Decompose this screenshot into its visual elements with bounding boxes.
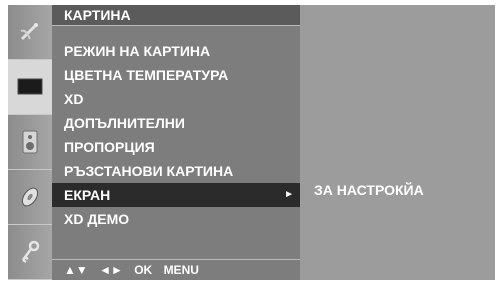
menu-item-picture-reset[interactable]: РЪЗСТАНОВИ КАРТИНА	[52, 159, 300, 183]
rail-time[interactable]	[8, 170, 52, 225]
menu-item-aspect-ratio[interactable]: ПРОПОРЦИЯ	[52, 135, 300, 159]
menu-title: КАРТИНА	[52, 5, 300, 26]
rail-audio[interactable]	[8, 115, 52, 170]
menu-item-color-temperature[interactable]: ЦВЕТНА ТЕМПЕРАТУРА	[52, 63, 300, 87]
menu-item-label: XD ДЕМО	[64, 211, 130, 227]
menu-item-advanced[interactable]: ДОПЪЛНИТЕЛНИ	[52, 111, 300, 135]
menu-item-screen[interactable]: ЕКРАН ►	[52, 183, 300, 207]
speaker-icon	[22, 130, 38, 154]
submenu-option-to-set[interactable]: ЗА НАСТРОКЙА	[314, 182, 424, 198]
menu-item-picture-mode[interactable]: РЕЖИН НА КАРТИНА	[52, 39, 300, 63]
osd-window: КАРТИНА РЕЖИН НА КАРТИНА ЦВЕТНА ТЕМПЕРАТ…	[8, 5, 495, 280]
ok-hint: OK	[134, 263, 153, 277]
screen-icon	[17, 78, 43, 95]
submenu-panel: ЗА НАСТРОКЙА	[300, 5, 495, 280]
menu-item-xd-demo[interactable]: XD ДЕМО	[52, 207, 300, 231]
rail-setup[interactable]	[8, 5, 52, 60]
satellite-dish-icon	[20, 23, 38, 41]
disc-icon	[21, 187, 39, 207]
menu-item-label: ДОПЪЛНИТЕЛНИ	[64, 115, 185, 131]
picture-menu-panel: КАРТИНА РЕЖИН НА КАРТИНА ЦВЕТНА ТЕМПЕРАТ…	[52, 5, 300, 280]
navigation-hints: ▲▼ ◄► OK MENU	[52, 259, 300, 280]
menu-item-label: РЕЖИН НА КАРТИНА	[64, 43, 211, 59]
rail-picture[interactable]	[8, 60, 52, 115]
menu-item-label: ЕКРАН	[64, 187, 111, 203]
menu-hint: MENU	[163, 263, 199, 277]
menu-item-label: ЦВЕТНА ТЕМПЕРАТУРА	[64, 67, 229, 83]
category-icon-rail	[8, 5, 52, 280]
left-right-arrows-icon: ◄►	[99, 263, 123, 277]
menu-item-label: ПРОПОРЦИЯ	[64, 139, 155, 155]
menu-item-xd[interactable]: XD	[52, 87, 300, 111]
arrow-right-icon: ►	[284, 189, 294, 200]
rail-lock[interactable]	[8, 225, 52, 280]
menu-item-label: XD	[64, 91, 84, 107]
key-icon	[21, 240, 40, 264]
up-down-arrows-icon: ▲▼	[64, 263, 88, 277]
menu-item-label: РЪЗСТАНОВИ КАРТИНА	[64, 163, 234, 179]
